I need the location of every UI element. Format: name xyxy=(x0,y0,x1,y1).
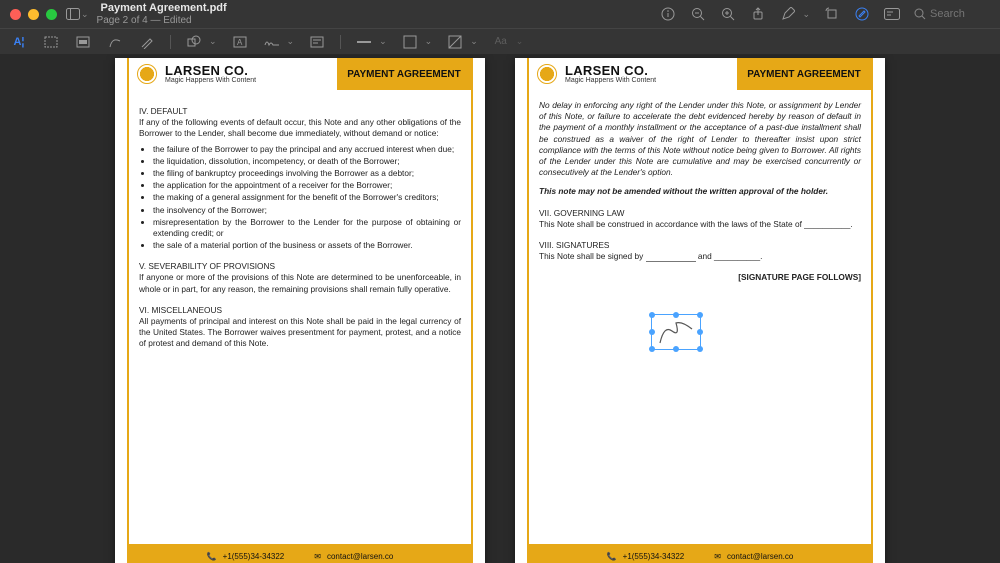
resize-handle[interactable] xyxy=(649,312,655,318)
text-selection-tool[interactable]: A¦ xyxy=(10,33,28,51)
redact-tool[interactable] xyxy=(74,33,92,51)
document-type-flag: PAYMENT AGREEMENT xyxy=(337,58,471,90)
resize-handle[interactable] xyxy=(649,329,655,335)
text-tool[interactable]: A xyxy=(231,33,249,51)
section-heading: VII. GOVERNING LAW xyxy=(539,208,861,219)
page-header: LARSEN CO. Magic Happens With Content PA… xyxy=(129,58,471,90)
resize-handle[interactable] xyxy=(673,312,679,318)
close-window-button[interactable] xyxy=(10,9,21,20)
search-field[interactable] xyxy=(914,8,990,20)
rotate-icon[interactable] xyxy=(824,6,840,22)
document-subtitle: Page 2 of 4 — Edited xyxy=(97,15,227,26)
chevron-down-icon[interactable]: ⌄ xyxy=(516,36,524,47)
sidebar-toggle-icon[interactable] xyxy=(65,6,81,22)
section-heading: VIII. SIGNATURES xyxy=(539,240,861,251)
chevron-down-icon[interactable]: ⌄ xyxy=(425,36,433,47)
phone-icon: 📞 xyxy=(607,552,617,561)
footer-phone: +1(555)34-34322 xyxy=(623,552,685,561)
font-tool[interactable]: Aa xyxy=(492,33,510,51)
note-tool[interactable] xyxy=(308,33,326,51)
resize-handle[interactable] xyxy=(649,346,655,352)
footer-email: contact@larsen.co xyxy=(327,552,393,561)
list-item: misrepresentation by the Borrower to the… xyxy=(153,217,461,239)
body-text: This Note shall be construed in accordan… xyxy=(539,219,861,230)
email-icon: ✉ xyxy=(714,552,721,561)
company-name: LARSEN CO. xyxy=(165,64,256,78)
list-item: the application for the appointment of a… xyxy=(153,180,461,191)
resize-handle[interactable] xyxy=(673,346,679,352)
list-item: the sale of a material portion of the bu… xyxy=(153,240,461,251)
list-item: the insolvency of the Borrower; xyxy=(153,205,461,216)
list-item: the failure of the Borrower to pay the p… xyxy=(153,144,461,155)
phone-icon: 📞 xyxy=(207,552,217,561)
footer-phone: +1(555)34-34322 xyxy=(223,552,285,561)
company-tagline: Magic Happens With Content xyxy=(165,77,256,84)
info-icon[interactable] xyxy=(660,6,676,22)
minimize-window-button[interactable] xyxy=(28,9,39,20)
page-footer: 📞 +1(555)34-34322 ✉ contact@larsen.co xyxy=(529,544,871,563)
rect-select-tool[interactable] xyxy=(42,33,60,51)
document-canvas[interactable]: LARSEN CO. Magic Happens With Content PA… xyxy=(0,54,1000,563)
company-logo-icon xyxy=(537,64,557,84)
form-icon[interactable] xyxy=(884,6,900,22)
section-heading: V. SEVERABILITY OF PROVISIONS xyxy=(139,261,461,272)
section-heading: IV. DEFAULT xyxy=(139,106,461,117)
body-text: This note may not be amended without the… xyxy=(539,186,861,197)
resize-handle[interactable] xyxy=(697,312,703,318)
company-tagline: Magic Happens With Content xyxy=(565,77,656,84)
page-2: LARSEN CO. Magic Happens With Content PA… xyxy=(115,58,485,563)
edit-icon[interactable] xyxy=(854,6,870,22)
footer-email: contact@larsen.co xyxy=(727,552,793,561)
zoom-out-icon[interactable] xyxy=(690,6,706,22)
chevron-down-icon[interactable]: ⌄ xyxy=(81,9,89,20)
fill-color-tool[interactable] xyxy=(446,33,464,51)
signature-line: This Note shall be signed by and _______… xyxy=(539,251,861,262)
chevron-down-icon[interactable]: ⌄ xyxy=(209,36,217,47)
zoom-in-icon[interactable] xyxy=(720,6,736,22)
stroke-color-tool[interactable] xyxy=(401,33,419,51)
page-header: LARSEN CO. Magic Happens With Content PA… xyxy=(529,58,871,90)
list-item: the liquidation, dissolution, incompeten… xyxy=(153,156,461,167)
signature-page-follows: [SIGNATURE PAGE FOLLOWS] xyxy=(539,272,861,283)
document-title: Payment Agreement.pdf xyxy=(101,2,227,14)
markup-toolbar: A¦ ⌄ A ⌄ ⌄ ⌄ ⌄ Aa ⌄ xyxy=(0,28,1000,54)
signature-annotation-selected[interactable] xyxy=(651,314,701,350)
body-text: If any of the following events of defaul… xyxy=(139,117,461,139)
sign-tool[interactable] xyxy=(263,33,281,51)
chevron-down-icon[interactable]: ⌄ xyxy=(287,36,295,47)
line-style-tool[interactable] xyxy=(355,33,373,51)
default-events-list: the failure of the Borrower to pay the p… xyxy=(139,144,461,252)
svg-text:A: A xyxy=(237,38,243,47)
document-type-flag: PAYMENT AGREEMENT xyxy=(737,58,871,90)
body-text: If anyone or more of the provisions of t… xyxy=(139,272,461,294)
body-text: No delay in enforcing any right of the L… xyxy=(539,100,861,178)
fullscreen-window-button[interactable] xyxy=(46,9,57,20)
draw-tool[interactable] xyxy=(138,33,156,51)
section-heading: VI. MISCELLANEOUS xyxy=(139,305,461,316)
document-title-group: Payment Agreement.pdf Page 2 of 4 — Edit… xyxy=(97,2,227,26)
titlebar: ⌄ Payment Agreement.pdf Page 2 of 4 — Ed… xyxy=(0,0,1000,28)
share-icon[interactable] xyxy=(750,6,766,22)
list-item: the making of a general assignment for t… xyxy=(153,192,461,203)
shapes-tool[interactable] xyxy=(185,33,203,51)
body-text: All payments of principal and interest o… xyxy=(139,316,461,350)
company-name: LARSEN CO. xyxy=(565,64,656,78)
page-footer: 📞 +1(555)34-34322 ✉ contact@larsen.co xyxy=(129,544,471,563)
email-icon: ✉ xyxy=(314,552,321,561)
chevron-down-icon[interactable]: ⌄ xyxy=(470,36,478,47)
chevron-down-icon[interactable]: ⌄ xyxy=(379,36,387,47)
search-input[interactable] xyxy=(930,8,990,20)
window-controls xyxy=(10,9,57,20)
chevron-down-icon[interactable]: ⌄ xyxy=(802,9,810,20)
list-item: the filing of bankruptcy proceedings inv… xyxy=(153,168,461,179)
resize-handle[interactable] xyxy=(697,329,703,335)
company-logo-icon xyxy=(137,64,157,84)
markup-icon[interactable] xyxy=(780,6,796,22)
page-3: LARSEN CO. Magic Happens With Content PA… xyxy=(515,58,885,563)
sketch-tool[interactable] xyxy=(106,33,124,51)
resize-handle[interactable] xyxy=(697,346,703,352)
